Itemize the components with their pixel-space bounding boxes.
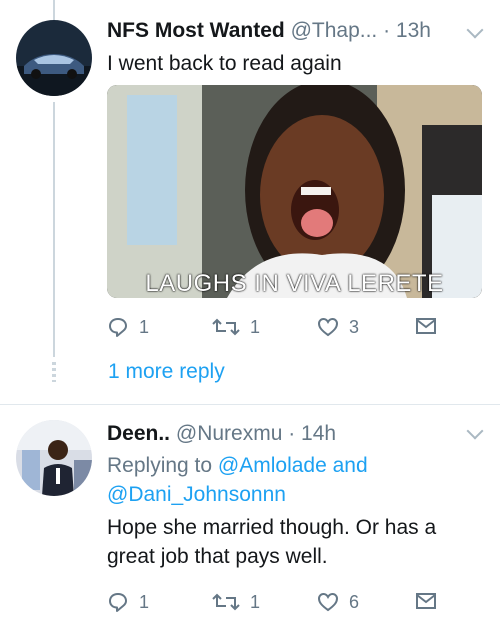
mention-link[interactable]: @Amlolade (218, 454, 327, 477)
like-count: 6 (349, 591, 360, 612)
tweet-text: I went back to read again (107, 52, 342, 75)
divider (0, 404, 500, 405)
retweet-button[interactable]: 1 (212, 316, 260, 338)
like-count: 3 (349, 316, 360, 337)
thread-line-dots (52, 362, 56, 382)
tweet-actions: 1 1 6 (107, 591, 487, 617)
tweet-header: Deen.. @Nurexmu · 14h (107, 421, 336, 447)
replying-and: and (332, 454, 368, 477)
tweet-media[interactable]: LAUGHS IN VIVA LERETE (107, 85, 482, 298)
reply-count: 1 (139, 591, 150, 612)
direct-message-button[interactable] (415, 316, 437, 336)
replying-to: Replying to @Amlolade and @Dani_Johnsonn… (107, 451, 368, 509)
reply-count: 1 (139, 316, 150, 337)
heart-icon (317, 317, 339, 337)
tweet-actions: 1 1 3 (107, 316, 487, 342)
thread-line (53, 102, 55, 357)
tweet-text-line: great job that pays well. (107, 545, 328, 568)
tweet-header: NFS Most Wanted @Thap... · 13h (107, 18, 431, 44)
like-button[interactable]: 6 (317, 591, 359, 613)
tweet-text-line: Hope she married though. Or has a (107, 516, 437, 539)
direct-message-button[interactable] (415, 591, 437, 611)
retweet-button[interactable]: 1 (212, 591, 260, 613)
tweet-time[interactable]: · 14h (288, 422, 336, 445)
reply-icon (109, 318, 127, 337)
envelope-icon (416, 318, 436, 334)
user-handle[interactable]: @Nurexmu (176, 422, 283, 445)
display-name[interactable]: Deen.. (107, 422, 170, 445)
more-replies-link[interactable]: 1 more reply (108, 358, 225, 386)
chevron-down-icon[interactable] (466, 422, 484, 440)
display-name[interactable]: NFS Most Wanted (107, 19, 285, 42)
avatar[interactable] (16, 420, 92, 496)
retweet-icon (212, 593, 240, 611)
tweet-time[interactable]: · 13h (383, 19, 431, 42)
user-handle[interactable]: @Thap... (291, 19, 378, 42)
retweet-count: 1 (250, 316, 261, 337)
heart-icon (317, 592, 339, 612)
tweet-text: Hope she married though. Or has a great … (107, 513, 436, 571)
envelope-icon (416, 593, 436, 609)
avatar[interactable] (16, 20, 92, 96)
retweet-count: 1 (250, 591, 261, 612)
like-button[interactable]: 3 (317, 316, 359, 338)
reply-icon (109, 593, 127, 612)
chevron-down-icon[interactable] (466, 21, 484, 39)
reply-button[interactable]: 1 (107, 316, 149, 338)
retweet-icon (212, 318, 240, 336)
reply-button[interactable]: 1 (107, 591, 149, 613)
replying-to-label: Replying to (107, 454, 213, 477)
media-caption: LAUGHS IN VIVA LERETE (145, 270, 444, 297)
mention-link[interactable]: @Dani_Johnsonnn (107, 483, 286, 506)
